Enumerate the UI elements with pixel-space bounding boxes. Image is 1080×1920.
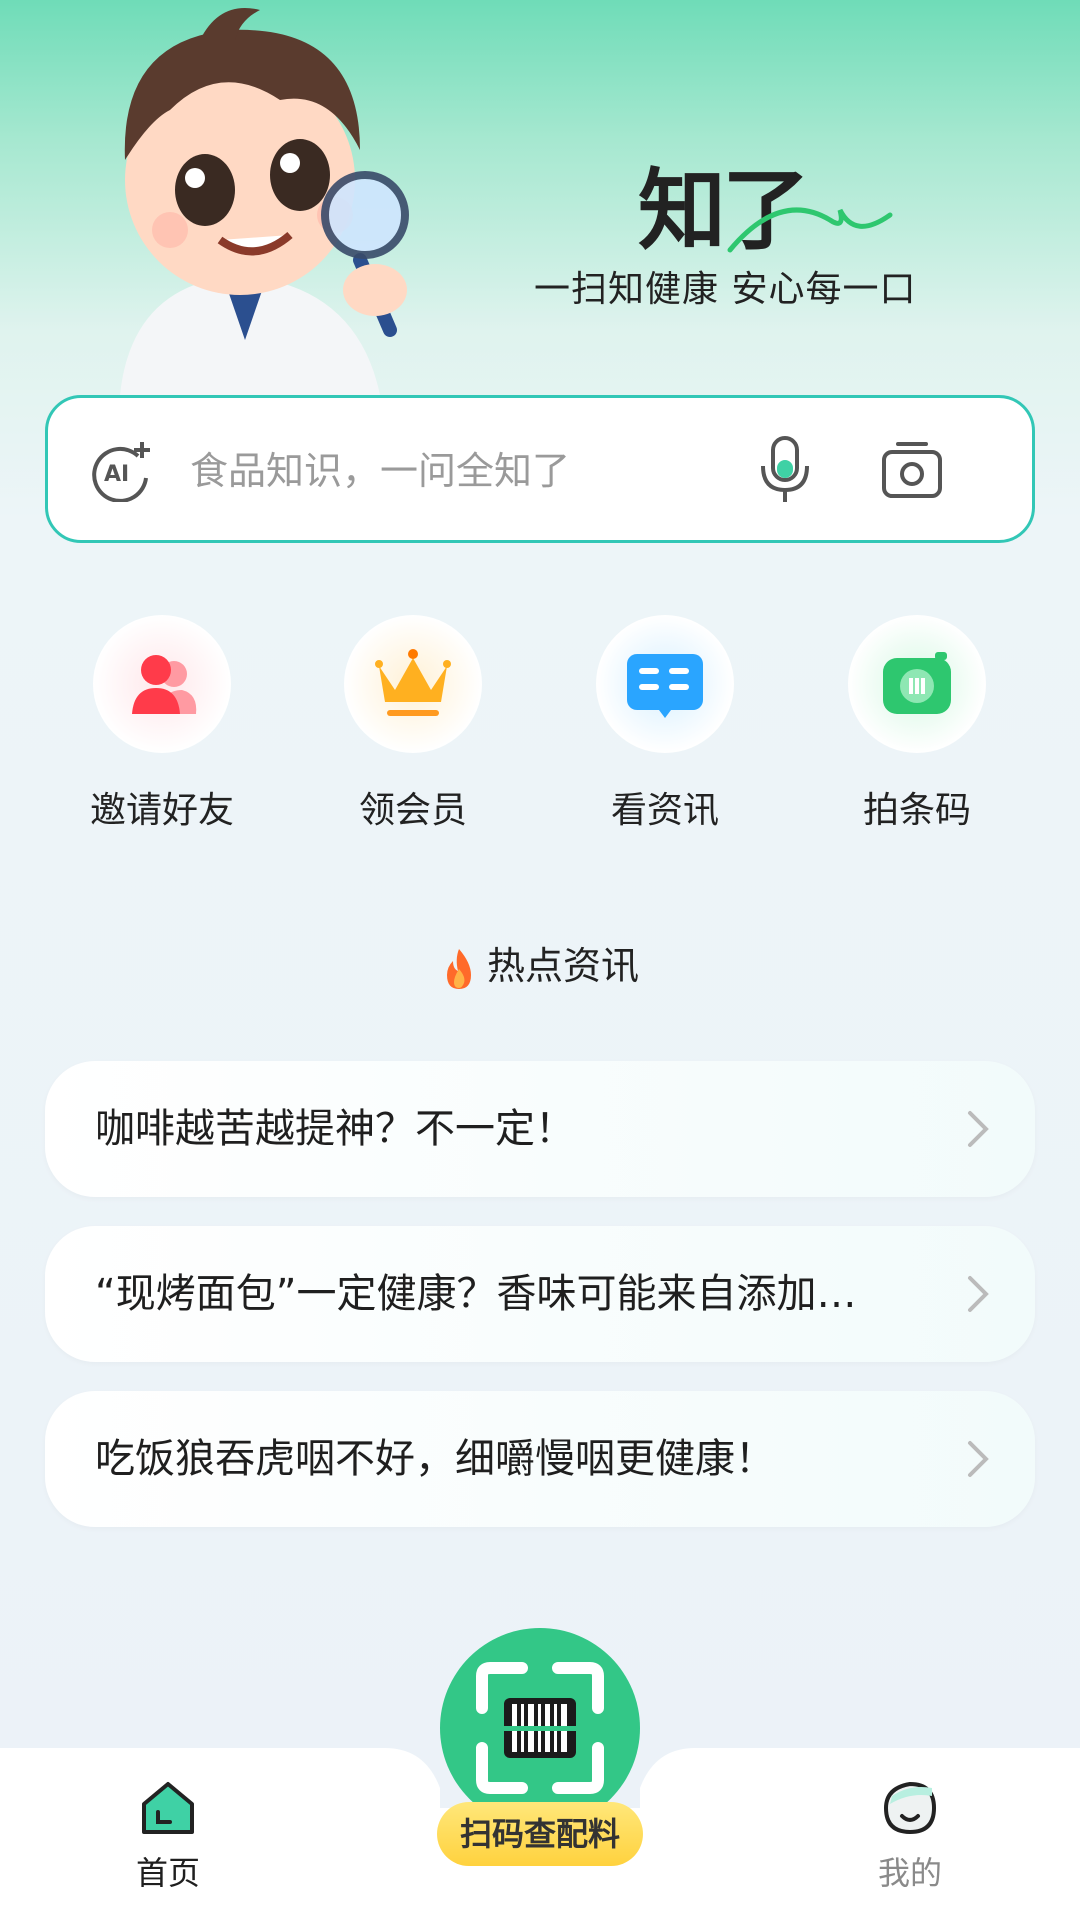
barcode-camera-icon: [848, 615, 986, 753]
quick-action-label: 看资讯: [610, 790, 719, 831]
news-item-text: “现烤面包”一定健康？香味可能来自添加…: [95, 1271, 857, 1317]
search-bar: AI: [45, 395, 1035, 543]
tab-home-label: 首页: [135, 1854, 200, 1892]
hot-news-title: 热点资讯: [486, 944, 639, 988]
camera-icon[interactable]: [878, 436, 946, 504]
news-item-text: 咖啡越苦越提神？不一定！: [95, 1106, 575, 1152]
chevron-right-icon: [968, 1111, 989, 1147]
brand-slogan: 一扫知健康 安心每一口: [534, 269, 917, 310]
brand-swoosh-icon: [727, 207, 893, 253]
profile-icon: [883, 1781, 937, 1835]
quick-action-membership[interactable]: 领会员: [313, 615, 513, 833]
quick-action-label: 领会员: [358, 790, 467, 831]
quick-action-scan-barcode[interactable]: 拍条码: [817, 615, 1017, 833]
invite-friends-icon: [93, 615, 231, 753]
microphone-icon[interactable]: [753, 434, 817, 506]
quick-action-label: 拍条码: [862, 790, 971, 831]
quick-action-invite-friends[interactable]: 邀请好友: [62, 615, 262, 833]
news-item[interactable]: 咖啡越苦越提神？不一定！: [45, 1061, 1035, 1197]
chevron-right-icon: [968, 1441, 989, 1477]
svg-text:AI: AI: [104, 462, 129, 487]
tab-home[interactable]: 首页: [98, 1778, 238, 1894]
scan-button-label[interactable]: 扫码查配料: [437, 1802, 643, 1866]
tab-me[interactable]: 我的: [840, 1778, 980, 1894]
news-item[interactable]: 吃饭狼吞虎咽不好，细嚼慢咽更健康！: [45, 1391, 1035, 1527]
tab-me-label: 我的: [877, 1854, 942, 1892]
hot-news-header: 热点资讯: [0, 935, 1080, 991]
barcode-scan-icon: [476, 1662, 604, 1794]
flame-icon: [446, 948, 471, 989]
home-icon: [142, 1782, 194, 1834]
news-item-text: 吃饭狼吞虎咽不好，细嚼慢咽更健康！: [95, 1436, 775, 1482]
quick-action-label: 邀请好友: [89, 790, 234, 831]
search-input[interactable]: [188, 438, 752, 504]
chevron-right-icon: [968, 1276, 989, 1312]
quick-action-news[interactable]: 看资讯: [565, 615, 765, 833]
crown-icon: [344, 615, 482, 753]
brand-area: 知了 一扫知健康 安心每一口: [520, 140, 940, 320]
news-icon: [596, 615, 734, 753]
news-item[interactable]: “现烤面包”一定健康？香味可能来自添加…: [45, 1226, 1035, 1362]
ai-plus-icon[interactable]: AI: [90, 440, 152, 502]
mascot-illustration: [120, 8, 409, 395]
scan-button[interactable]: [440, 1628, 640, 1828]
